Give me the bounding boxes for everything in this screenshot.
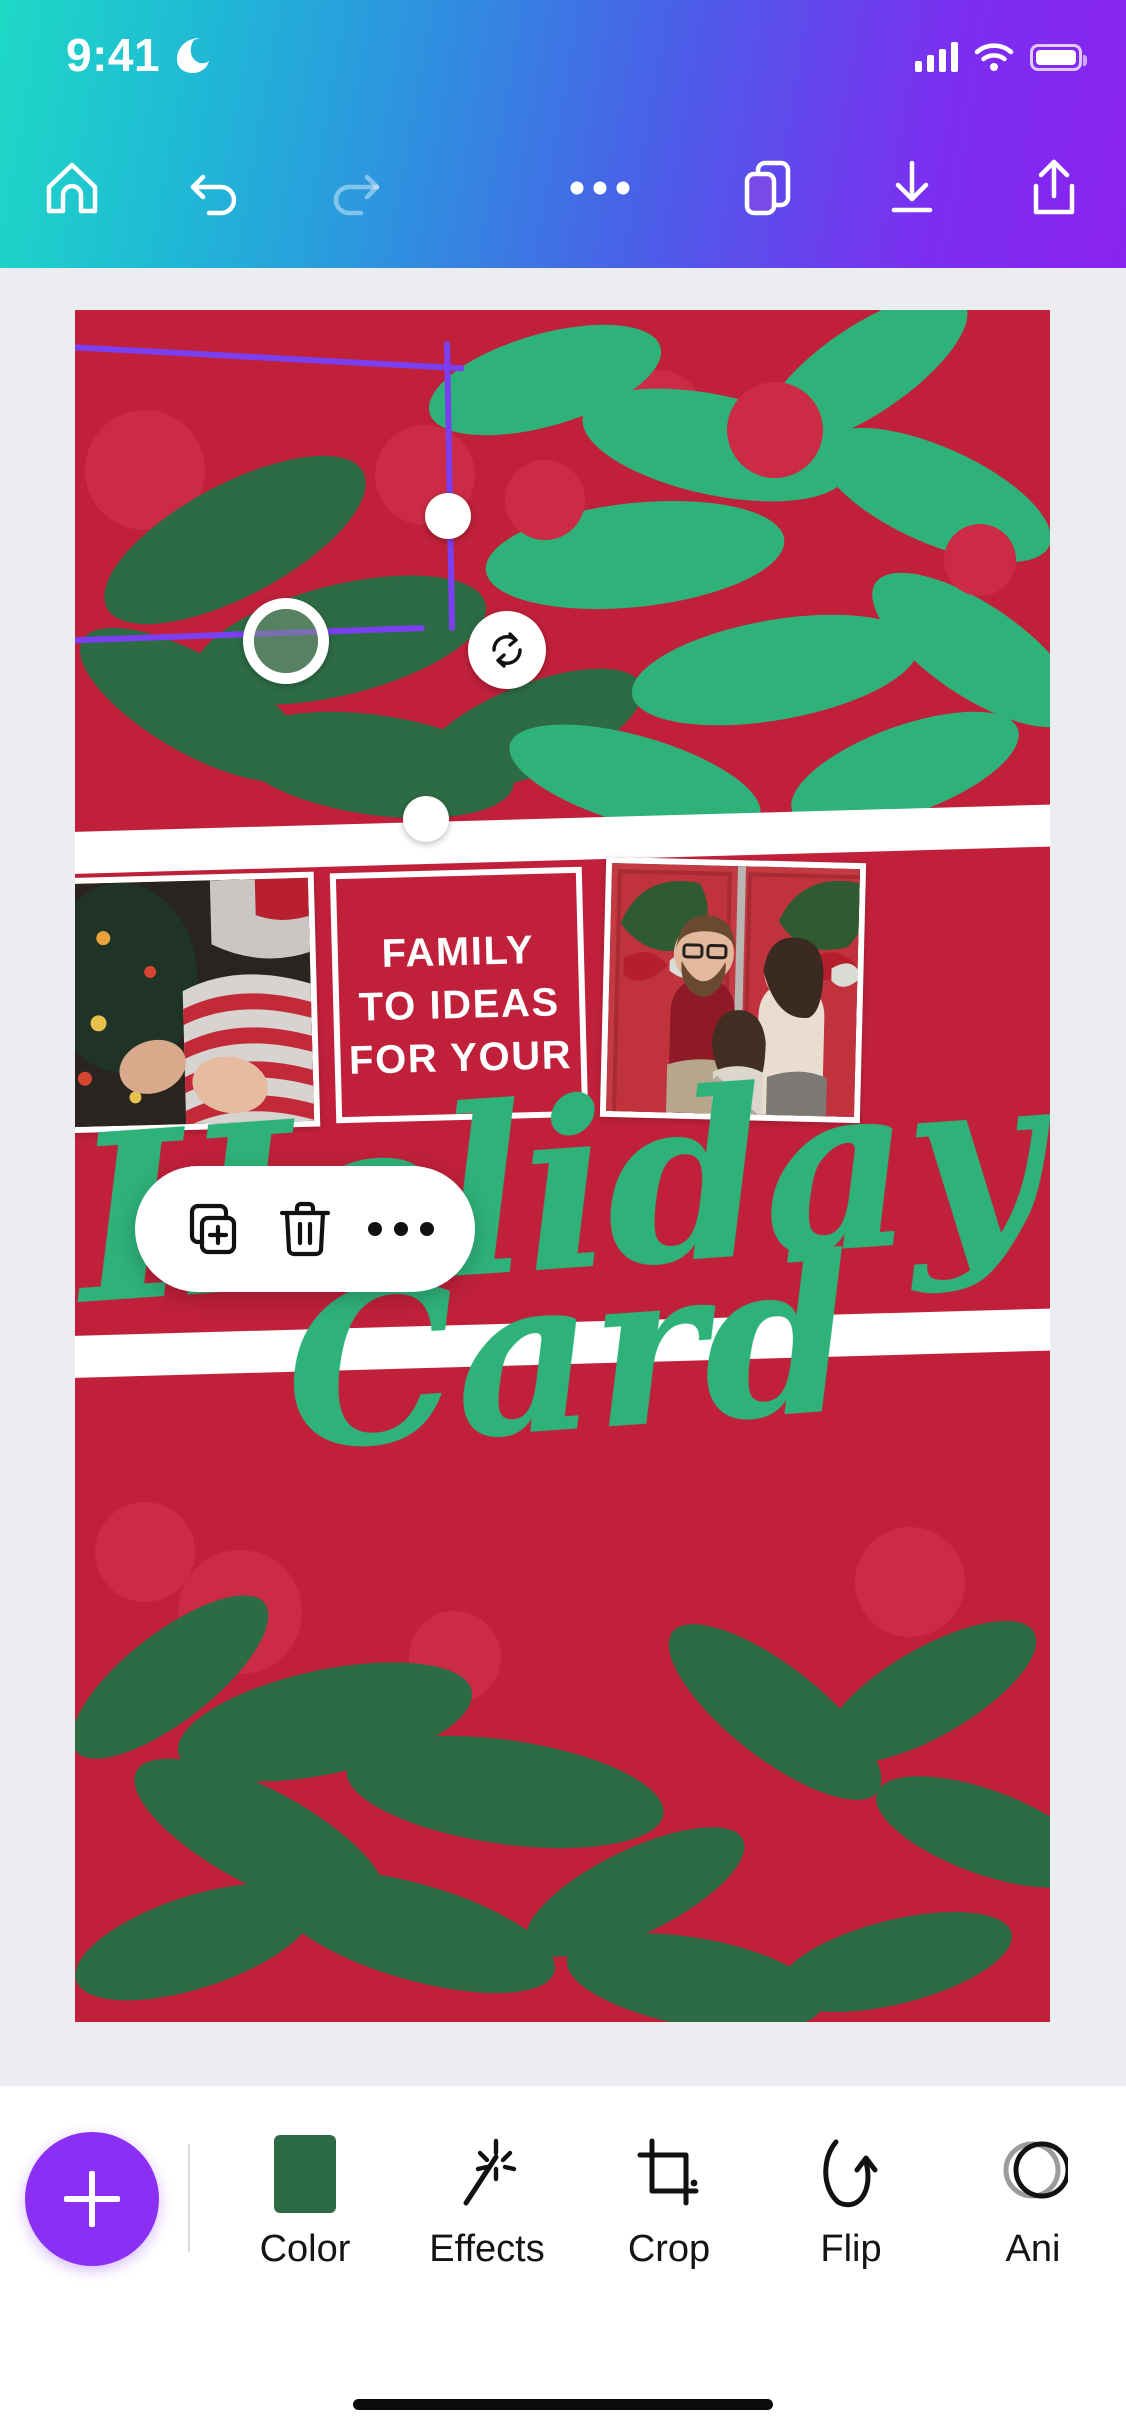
battery-icon [1030, 43, 1087, 71]
tool-crop[interactable]: Crop [578, 2126, 760, 2271]
color-swatch-icon [274, 2126, 336, 2222]
toolbar-divider [188, 2144, 190, 2252]
magic-wand-icon [452, 2126, 522, 2222]
home-icon [46, 162, 98, 214]
bottom-toolbar: Color Effects Crop Flip Ani [0, 2086, 1126, 2436]
tool-effects-label: Effects [429, 2228, 545, 2270]
more-element-options-button[interactable] [364, 1192, 438, 1266]
top-chrome: 9:41 [0, 0, 1126, 268]
tool-flip[interactable]: Flip [760, 2126, 942, 2271]
more-options-button[interactable] [556, 144, 644, 232]
foliage-bottom [75, 1502, 1050, 2022]
plus-icon [64, 2171, 120, 2227]
add-element-button[interactable] [25, 2132, 159, 2266]
top-navigation-bar [0, 108, 1126, 268]
delete-button[interactable] [268, 1192, 342, 1266]
undo-button[interactable] [172, 144, 260, 232]
cellular-signal-icon [915, 42, 958, 72]
duplicate-icon [189, 1203, 237, 1255]
duplicate-button[interactable] [172, 1192, 246, 1266]
share-upload-icon [1033, 159, 1075, 215]
pages-button[interactable] [724, 144, 812, 232]
element-context-toolbar[interactable] [135, 1166, 475, 1292]
wifi-icon [974, 43, 1014, 71]
pages-layers-icon [744, 160, 791, 216]
home-indicator[interactable] [353, 2399, 773, 2410]
status-bar: 9:41 [0, 0, 1126, 108]
tool-animate-label: Ani [1005, 2228, 1061, 2270]
tool-color[interactable]: Color [214, 2126, 396, 2271]
home-button[interactable] [28, 144, 116, 232]
status-bar-indicators [915, 36, 1087, 78]
canvas-work-area[interactable]: FAMILY TO IDEAS FOR YOUR Holiday Card [0, 268, 1126, 2086]
undo-icon [190, 174, 237, 216]
animate-icon [998, 2126, 1068, 2222]
ellipsis-icon [368, 1222, 434, 1236]
headline-line-1: FAMILY [381, 928, 535, 977]
share-button[interactable] [1010, 144, 1098, 232]
download-icon [891, 160, 933, 213]
redo-button[interactable] [310, 144, 398, 232]
tool-effects[interactable]: Effects [396, 2126, 578, 2271]
download-button[interactable] [868, 144, 956, 232]
element-tools: Color Effects Crop Flip Ani [214, 2126, 1124, 2306]
tool-color-label: Color [259, 2228, 351, 2270]
redo-icon [333, 174, 380, 216]
trash-icon [279, 1201, 331, 1257]
moon-icon [177, 38, 209, 73]
ellipsis-icon [570, 181, 630, 195]
tool-flip-label: Flip [820, 2228, 882, 2270]
headline-line-2: TO IDEAS [358, 980, 561, 1030]
tool-animate[interactable]: Ani [942, 2126, 1124, 2271]
leaf-cluster-top [79, 310, 1050, 820]
tool-crop-label: Crop [627, 2228, 711, 2270]
crop-icon [634, 2126, 704, 2222]
flip-icon [816, 2126, 886, 2222]
status-bar-time: 9:41 [66, 29, 161, 81]
